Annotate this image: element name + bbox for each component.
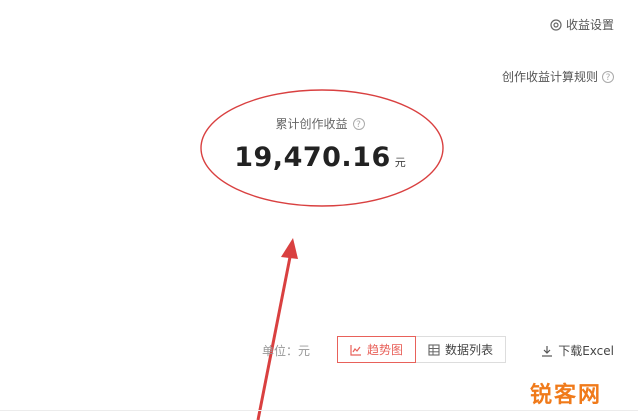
site-watermark-logo: 锐客网 [529,383,602,408]
total-income-unit: 元 [394,156,406,169]
income-rules-link[interactable]: 创作收益计算规则 ? [502,68,614,85]
help-circle-icon: ? [602,70,614,83]
income-settings-link[interactable]: 收益设置 [550,16,614,33]
gear-icon [550,18,562,31]
download-icon [541,345,553,357]
income-rules-label: 创作收益计算规则 [501,70,598,84]
total-income-amount: 19,470.16 [234,142,391,173]
income-settings-label: 收益设置 [565,18,614,32]
line-chart-icon [350,344,362,356]
total-income-value: 19,470.16 元 [230,142,410,173]
annotation-arrow-head [281,238,298,259]
total-income-label: 累计创作收益 [275,117,348,131]
total-income-label-row: 累计创作收益 ? [275,115,365,132]
total-income-summary: 累计创作收益 ? 19,470.16 元 [230,113,410,173]
annotation-arrow-shaft [256,251,293,420]
table-icon [428,343,440,356]
trend-chart-label: 趋势图 [367,343,404,357]
view-toggle: 趋势图 数据列表 [337,336,507,363]
data-list-label: 数据列表 [445,343,494,357]
trend-chart-button[interactable]: 趋势图 [337,336,417,363]
download-excel-label: 下载Excel [558,344,614,358]
help-circle-icon[interactable]: ? [352,117,365,130]
divider [0,410,638,411]
unit-label: 单位：元 [262,344,311,358]
download-excel-button[interactable]: 下载Excel [541,342,614,359]
data-list-button[interactable]: 数据列表 [416,336,507,363]
